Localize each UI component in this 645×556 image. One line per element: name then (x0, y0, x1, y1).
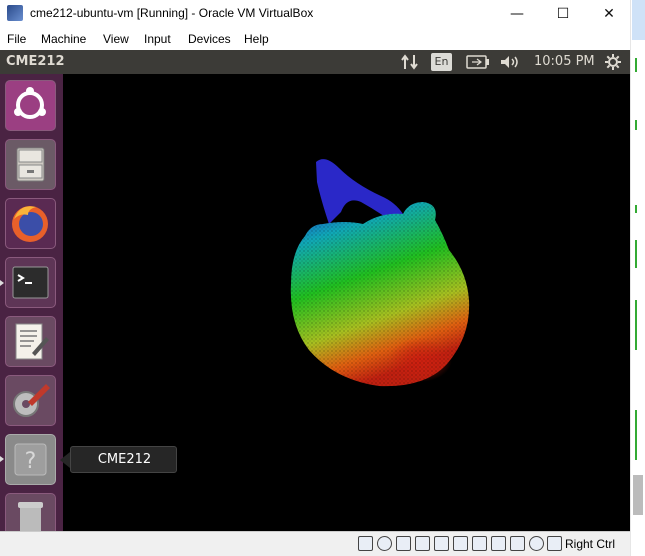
hard-disk-icon[interactable] (358, 536, 373, 551)
unity-launcher: ? (0, 74, 63, 531)
virtualbox-app-icon (7, 5, 23, 21)
display-icon[interactable] (472, 536, 487, 551)
maximize-icon: ☐ (556, 6, 570, 22)
clock[interactable]: 10:05 PM (534, 54, 595, 69)
ubuntu-top-panel: CME212 En 10:05 PM (0, 50, 630, 74)
menu-help[interactable]: Help (244, 32, 269, 46)
audio-icon[interactable] (396, 536, 411, 551)
video-capture-icon[interactable] (491, 536, 506, 551)
minimize-button[interactable]: — (494, 0, 540, 28)
launcher-text-editor-button[interactable] (5, 316, 56, 367)
terminal-icon (12, 266, 49, 299)
minimize-icon: — (510, 6, 524, 22)
window-title: cme212-ubuntu-vm [Running] - Oracle VM V… (30, 6, 314, 20)
launcher-terminal-button[interactable] (5, 257, 56, 308)
active-indicator-icon (0, 280, 4, 286)
skull-point-cloud (290, 159, 470, 387)
optical-drive-icon[interactable] (377, 536, 392, 551)
launcher-unknown-app-button[interactable]: ? (5, 434, 56, 485)
launcher-dash-button[interactable] (5, 80, 56, 131)
usb-icon[interactable] (434, 536, 449, 551)
tooltip-arrow (60, 452, 70, 468)
launcher-firefox-button[interactable] (5, 198, 56, 249)
svg-text:?: ? (25, 449, 37, 474)
virtualbox-statusbar: Right Ctrl (0, 531, 630, 556)
mouse-integration-icon[interactable] (529, 536, 544, 551)
ubuntu-logo-icon (14, 87, 46, 119)
gear-icon[interactable] (604, 53, 622, 71)
keyboard-capture-icon[interactable] (547, 536, 562, 551)
host-background-strip (630, 0, 645, 556)
launcher-tooltip: CME212 (70, 446, 177, 473)
battery-icon[interactable] (466, 55, 490, 69)
keyboard-language-indicator[interactable]: En (431, 53, 452, 71)
menu-file[interactable]: File (7, 32, 26, 46)
question-mark-icon: ? (14, 443, 47, 476)
menu-input[interactable]: Input (144, 32, 171, 46)
text-editor-icon (15, 323, 49, 360)
panel-title: CME212 (6, 54, 65, 69)
launcher-trash-button[interactable] (5, 493, 56, 531)
menu-machine[interactable]: Machine (41, 32, 86, 46)
trash-icon (18, 502, 43, 531)
file-cabinet-icon (16, 147, 45, 182)
cpu-icon[interactable] (510, 536, 525, 551)
maximize-button[interactable]: ☐ (540, 0, 586, 28)
close-icon: ✕ (603, 6, 615, 22)
host-key-label: Right Ctrl (565, 537, 616, 551)
firefox-icon (12, 206, 48, 242)
network-icon[interactable] (400, 53, 420, 71)
menu-view[interactable]: View (103, 32, 129, 46)
active-indicator-icon (0, 456, 4, 462)
window-titlebar: cme212-ubuntu-vm [Running] - Oracle VM V… (0, 0, 630, 28)
system-settings-icon (13, 384, 50, 417)
tooltip-label: CME212 (97, 452, 152, 467)
menubar: File Machine View Input Devices Help (0, 28, 630, 50)
shared-folders-icon[interactable] (453, 536, 468, 551)
launcher-files-button[interactable] (5, 139, 56, 190)
close-button[interactable]: ✕ (586, 0, 632, 28)
launcher-system-settings-button[interactable] (5, 375, 56, 426)
menu-devices[interactable]: Devices (188, 32, 231, 46)
network-adapter-icon[interactable] (415, 536, 430, 551)
volume-icon[interactable] (499, 54, 521, 70)
